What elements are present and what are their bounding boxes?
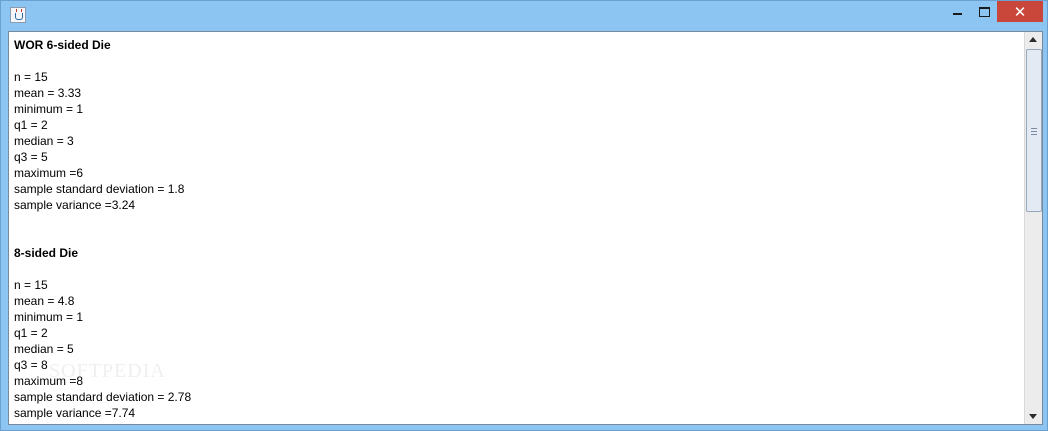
stat-line: maximum =8 xyxy=(14,374,84,388)
stat-line: sample variance =3.24 xyxy=(14,198,136,212)
java-cup-shape xyxy=(15,13,23,20)
stat-line: q3 = 8 xyxy=(14,358,48,372)
java-cup-icon[interactable] xyxy=(10,7,26,23)
stat-line: n = 15 xyxy=(14,70,48,84)
close-icon: ✕ xyxy=(1013,3,1027,21)
stat-line: mean = 4.8 xyxy=(14,294,75,308)
stat-line: maximum =6 xyxy=(14,166,84,180)
stat-line: mean = 3.33 xyxy=(14,86,82,100)
results-panel: WOR 6-sided Die n = 15 mean = 3.33 minim… xyxy=(8,31,1043,425)
stat-line: minimum = 1 xyxy=(14,102,84,116)
stat-line: sample standard deviation = 1.8 xyxy=(14,182,185,196)
grip-icon xyxy=(1031,128,1037,135)
application-window: ✕ WOR 6-sided Die n = 15 mean = 3.33 min… xyxy=(0,0,1048,431)
java-steam-shape xyxy=(16,9,22,12)
results-content: WOR 6-sided Die n = 15 mean = 3.33 minim… xyxy=(14,37,191,421)
stat-line: sample variance =7.74 xyxy=(14,406,136,420)
stat-line: median = 5 xyxy=(14,342,74,356)
results-text-area[interactable]: WOR 6-sided Die n = 15 mean = 3.33 minim… xyxy=(9,32,1024,424)
stat-line: n = 15 xyxy=(14,278,48,292)
stat-line: median = 3 xyxy=(14,134,74,148)
scroll-down-arrow-icon[interactable] xyxy=(1025,408,1042,424)
maximize-button[interactable] xyxy=(969,1,1000,22)
close-button[interactable]: ✕ xyxy=(997,1,1043,22)
minimize-icon xyxy=(953,13,962,15)
stat-line: q3 = 5 xyxy=(14,150,48,164)
vertical-scrollbar[interactable] xyxy=(1024,32,1042,424)
stat-line: minimum = 1 xyxy=(14,310,84,324)
scroll-up-arrow-icon[interactable] xyxy=(1025,32,1042,48)
stat-line: q1 = 2 xyxy=(14,326,48,340)
maximize-icon xyxy=(979,7,990,17)
scrollbar-thumb[interactable] xyxy=(1026,49,1042,212)
title-bar[interactable]: ✕ xyxy=(1,1,1047,31)
stat-line: q1 = 2 xyxy=(14,118,48,132)
section-title: WOR 6-sided Die xyxy=(14,38,111,52)
stat-line: sample standard deviation = 2.78 xyxy=(14,390,192,404)
section-title: 8-sided Die xyxy=(14,246,79,260)
